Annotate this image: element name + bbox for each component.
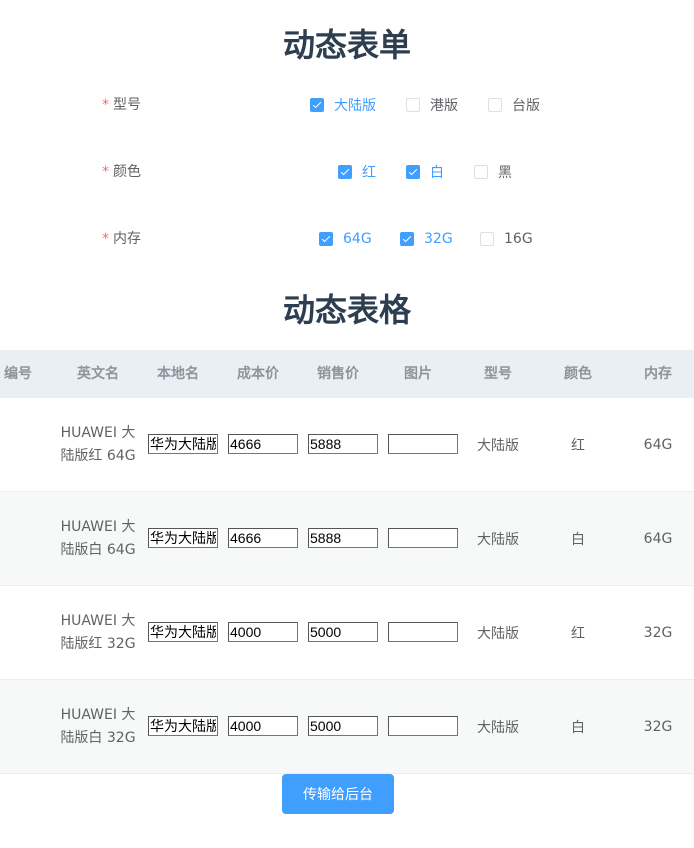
checkbox-memory-32g[interactable]: 32G — [400, 227, 453, 251]
header-model: 型号 — [484, 366, 512, 382]
checkbox-icon[interactable] — [488, 98, 502, 112]
cost-input[interactable] — [228, 622, 298, 642]
form-label-color: * 颜色 — [102, 164, 141, 180]
checkbox-color-black[interactable]: 黑 — [474, 160, 512, 184]
checkbox-icon[interactable] — [400, 232, 414, 246]
checkbox-color-red[interactable]: 红 — [338, 160, 376, 184]
form-label-memory: * 内存 — [102, 231, 141, 247]
header-image: 图片 — [404, 366, 432, 382]
cell-color: 红 — [571, 438, 585, 454]
local-name-input[interactable] — [148, 434, 218, 454]
checkbox-icon[interactable] — [319, 232, 333, 246]
checkbox-model-hk[interactable]: 港版 — [406, 93, 458, 117]
cell-model: 大陆版 — [477, 626, 519, 642]
table-row: HUAWEI 大陆版白 32G 大陆版 白 32G — [0, 680, 694, 774]
cell-memory: 32G — [643, 625, 673, 641]
table-header: 编号 英文名 本地名 成本价 销售价 图片 型号 颜色 内存 — [0, 350, 694, 398]
cell-english-name: HUAWEI 大陆版红 32G — [60, 613, 136, 652]
header-local-name: 本地名 — [157, 366, 199, 382]
checkbox-icon[interactable] — [474, 165, 488, 179]
checkbox-memory-64g[interactable]: 64G — [319, 227, 372, 251]
checkbox-icon[interactable] — [338, 165, 352, 179]
cell-english-name: HUAWEI 大陆版白 64G — [60, 519, 136, 558]
header-id: 编号 — [4, 366, 32, 382]
local-name-input[interactable] — [148, 528, 218, 548]
header-cost: 成本价 — [237, 366, 279, 382]
table-row: HUAWEI 大陆版红 32G 大陆版 红 32G — [0, 586, 694, 680]
image-input[interactable] — [388, 716, 458, 736]
header-price: 销售价 — [317, 366, 359, 382]
table-row: HUAWEI 大陆版红 64G 大陆版 红 64G — [0, 398, 694, 492]
header-english-name: 英文名 — [77, 366, 119, 382]
form-title: 动态表单 — [282, 26, 411, 64]
cell-memory: 64G — [643, 531, 673, 547]
image-input[interactable] — [388, 434, 458, 454]
submit-button[interactable]: 传输给后台 — [282, 774, 394, 814]
cell-color: 白 — [571, 532, 585, 548]
checkbox-model-tw[interactable]: 台版 — [488, 93, 540, 117]
image-input[interactable] — [388, 622, 458, 642]
form-row-color: * 颜色 红 白 黑 — [0, 160, 694, 184]
checkbox-memory-16g[interactable]: 16G — [480, 227, 533, 251]
cell-model: 大陆版 — [477, 532, 519, 548]
cell-english-name: HUAWEI 大陆版红 64G — [60, 425, 136, 464]
form-label-model: * 型号 — [102, 97, 141, 113]
required-mark: * — [102, 231, 109, 247]
required-mark: * — [102, 97, 109, 113]
image-input[interactable] — [388, 528, 458, 548]
header-color: 颜色 — [564, 366, 592, 382]
form-row-model: * 型号 大陆版 港版 台版 — [0, 93, 694, 117]
table-title: 动态表格 — [282, 291, 411, 329]
checkbox-icon[interactable] — [406, 98, 420, 112]
checkbox-icon[interactable] — [310, 98, 324, 112]
cell-model: 大陆版 — [477, 720, 519, 736]
table-row: HUAWEI 大陆版白 64G 大陆版 白 64G — [0, 492, 694, 586]
price-input[interactable] — [308, 434, 378, 454]
checkbox-icon[interactable] — [480, 232, 494, 246]
form-row-memory: * 内存 64G 32G 16G — [0, 227, 694, 251]
required-mark: * — [102, 164, 109, 180]
cell-color: 白 — [571, 720, 585, 736]
checkbox-color-white[interactable]: 白 — [406, 160, 444, 184]
price-input[interactable] — [308, 716, 378, 736]
cell-english-name: HUAWEI 大陆版白 32G — [60, 707, 136, 746]
checkbox-model-mainland[interactable]: 大陆版 — [310, 93, 376, 117]
cell-color: 红 — [571, 626, 585, 642]
price-input[interactable] — [308, 528, 378, 548]
price-input[interactable] — [308, 622, 378, 642]
cell-memory: 64G — [643, 437, 673, 453]
header-memory: 内存 — [644, 366, 672, 382]
cell-memory: 32G — [643, 719, 673, 735]
cost-input[interactable] — [228, 716, 298, 736]
local-name-input[interactable] — [148, 622, 218, 642]
local-name-input[interactable] — [148, 716, 218, 736]
checkbox-icon[interactable] — [406, 165, 420, 179]
cost-input[interactable] — [228, 434, 298, 454]
cost-input[interactable] — [228, 528, 298, 548]
cell-model: 大陆版 — [477, 438, 519, 454]
